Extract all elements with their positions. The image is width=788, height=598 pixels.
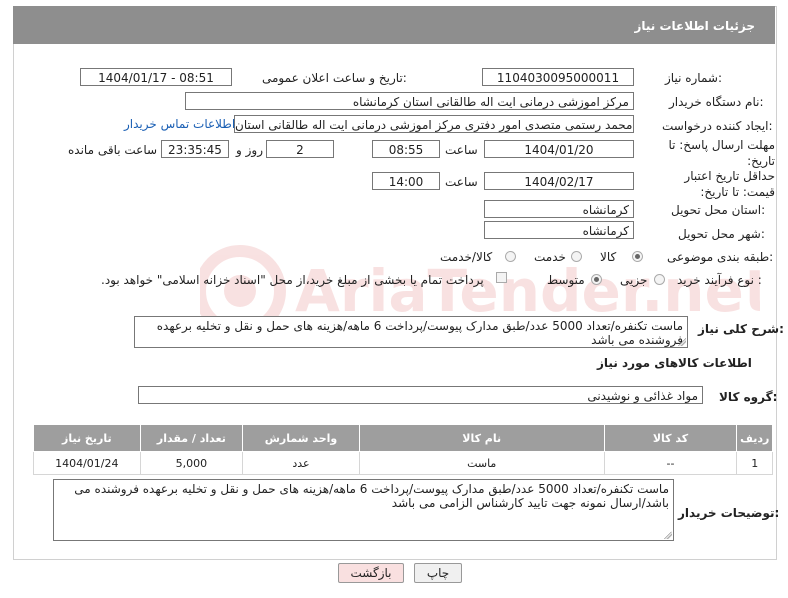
col-unit-header: واحد شمارش bbox=[242, 424, 360, 452]
category-service-label: خدمت bbox=[534, 250, 566, 264]
goods-group-label: گروه کالا: bbox=[719, 390, 778, 404]
buyer-notes-label: توضیحات خریدار: bbox=[678, 506, 780, 520]
buyer-label: نام دستگاه خریدار: bbox=[669, 95, 764, 109]
treasury-payment-note: پرداخت تمام یا بخشی از مبلغ خرید،از محل … bbox=[101, 273, 484, 287]
col-code-header: کد کالا bbox=[603, 424, 738, 452]
cell-qty: 5,000 bbox=[139, 451, 244, 475]
items-table: ردیف کد کالا نام کالا واحد شمارش تعداد /… bbox=[33, 424, 773, 475]
description-label: شرح کلی نیاز: bbox=[698, 322, 784, 336]
print-button[interactable]: چاپ bbox=[414, 563, 462, 583]
process-label: نوع فرآیند خرید : bbox=[677, 273, 762, 287]
announce-field: 1404/01/17 - 08:51 bbox=[80, 68, 232, 86]
price-deadline-label: حداقل تاریخ اعتبار قیمت: تا تاریخ: bbox=[684, 169, 775, 199]
cell-name: ماست bbox=[358, 451, 605, 475]
cell-unit: عدد bbox=[242, 451, 360, 475]
category-radio-both[interactable] bbox=[505, 251, 516, 262]
goods-group-field: مواد غذائی و نوشیدنی bbox=[138, 386, 703, 404]
process-radio-minor[interactable] bbox=[654, 274, 665, 285]
process-radio-medium[interactable] bbox=[591, 274, 602, 285]
table-header-row: ردیف کد کالا نام کالا واحد شمارش تعداد /… bbox=[33, 424, 773, 452]
goods-info-title: اطلاعات کالاهای مورد نیاز bbox=[597, 356, 752, 370]
category-label: طبقه بندی موضوعی: bbox=[667, 250, 774, 264]
reply-deadline-label: مهلت ارسال پاسخ: تا تاریخ: bbox=[668, 138, 775, 168]
province-field: کرمانشاه bbox=[484, 200, 634, 218]
back-button[interactable]: بازگشت bbox=[338, 563, 404, 583]
reply-time-field: 08:55 bbox=[372, 140, 440, 158]
process-minor-label: جزیی bbox=[620, 273, 648, 287]
days-field: 2 bbox=[266, 140, 334, 158]
category-radio-goods[interactable] bbox=[632, 251, 643, 262]
description-textarea[interactable]: ماست تکنفره/تعداد 5000 عدد/طبق مدارک پیو… bbox=[134, 316, 688, 348]
resize-handle-icon[interactable] bbox=[678, 338, 686, 346]
need-number-field: 1104030095000011 bbox=[482, 68, 634, 86]
description-text: ماست تکنفره/تعداد 5000 عدد/طبق مدارک پیو… bbox=[156, 319, 683, 347]
cell-row: 1 bbox=[736, 451, 773, 475]
col-qty-header: تعداد / مقدار bbox=[139, 424, 244, 452]
col-date-header: تاریخ نیاز bbox=[33, 424, 141, 452]
col-row-header: ردیف bbox=[736, 424, 773, 452]
days-label: روز و bbox=[236, 143, 263, 157]
requester-label: ایجاد کننده درخواست: bbox=[662, 119, 773, 133]
reply-time-label: ساعت bbox=[445, 143, 478, 157]
remaining-field: 23:35:45 bbox=[161, 140, 229, 158]
requester-field: محمد رستمی متصدی امور دفتری مرکز اموزشی … bbox=[234, 115, 634, 133]
category-both-label: کالا/خدمت bbox=[440, 250, 493, 264]
reply-date-field: 1404/01/20 bbox=[484, 140, 634, 158]
table-row[interactable]: 1 -- ماست عدد 5,000 1404/01/24 bbox=[33, 451, 773, 475]
city-label: شهر محل تحویل: bbox=[678, 227, 765, 241]
remaining-label: ساعت باقی مانده bbox=[68, 143, 158, 157]
contact-buyer-link[interactable]: اطلاعات تماس خریدار bbox=[124, 117, 235, 131]
province-label: استان محل تحویل: bbox=[671, 203, 766, 217]
col-name-header: نام کالا bbox=[358, 424, 605, 452]
need-number-label: شماره نیاز: bbox=[665, 71, 723, 85]
buyer-notes-textarea[interactable]: ماست تکنفره/تعداد 5000 عدد/طبق مدارک پیو… bbox=[53, 479, 674, 541]
price-time-label: ساعت bbox=[445, 175, 478, 189]
buyer-notes-text: ماست تکنفره/تعداد 5000 عدد/طبق مدارک پیو… bbox=[74, 482, 669, 510]
panel-header: جزئیات اطلاعات نیاز bbox=[13, 6, 775, 44]
resize-handle-icon[interactable] bbox=[664, 531, 672, 539]
category-goods-label: کالا bbox=[600, 250, 617, 264]
treasury-payment-checkbox[interactable] bbox=[496, 272, 507, 283]
category-radio-service[interactable] bbox=[571, 251, 582, 262]
city-field: کرمانشاه bbox=[484, 221, 634, 239]
cell-date: 1404/01/24 bbox=[33, 451, 141, 475]
buyer-field: مرکز اموزشی درمانی ایت اله طالقانی استان… bbox=[185, 92, 634, 110]
process-medium-label: متوسط bbox=[547, 273, 585, 287]
cell-code: -- bbox=[603, 451, 738, 475]
price-date-field: 1404/02/17 bbox=[484, 172, 634, 190]
panel-title: جزئیات اطلاعات نیاز bbox=[634, 19, 755, 33]
price-time-field: 14:00 bbox=[372, 172, 440, 190]
announce-label: تاریخ و ساعت اعلان عمومی: bbox=[262, 71, 407, 85]
